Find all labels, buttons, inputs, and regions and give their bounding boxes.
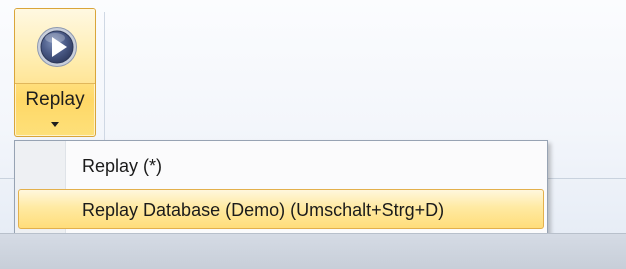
chevron-down-icon[interactable] — [51, 122, 59, 127]
menu-item-label: Replay Database (Demo) (Umschalt+Strg+D) — [82, 200, 445, 220]
replay-button-main-part[interactable] — [15, 9, 95, 84]
menu-item-replay-database-demo[interactable]: Replay Database (Demo) (Umschalt+Strg+D) — [18, 189, 544, 229]
replay-button-label[interactable]: Replay — [15, 89, 95, 111]
replay-split-button[interactable]: Replay — [14, 8, 96, 137]
lower-bar — [0, 233, 626, 269]
menu-item-replay[interactable]: Replay (*) — [18, 145, 544, 185]
replay-dropdown-menu: Replay (*) Replay Database (Demo) (Umsch… — [14, 140, 548, 235]
menu-item-label: Replay (*) — [82, 156, 163, 176]
play-circle-icon — [37, 27, 77, 67]
